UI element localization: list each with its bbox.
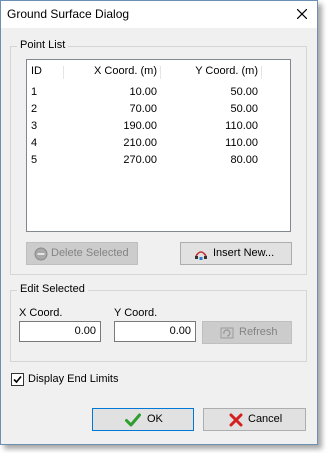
insert-point-icon: [195, 251, 207, 260]
ground-surface-dialog: Ground Surface Dialog Point List ID X Co…: [0, 0, 318, 445]
row-y-cell: 50.00: [230, 86, 258, 98]
row-id-cell: 4: [31, 137, 38, 149]
column-header-y[interactable]: Y Coord. (m): [195, 65, 258, 77]
delete-icon: [34, 247, 48, 261]
cancel-x-icon: [229, 413, 243, 427]
row-x-cell: 10.00: [129, 86, 157, 98]
title-bar: Ground Surface Dialog: [1, 1, 317, 28]
row-id-cell: 2: [31, 103, 38, 115]
ok-button[interactable]: OK: [92, 408, 194, 431]
table-header: ID X Coord. (m) Y Coord. (m): [27, 63, 290, 80]
table-row[interactable]: 3 190.00 110.00: [27, 118, 290, 135]
refresh-icon: [220, 327, 234, 339]
display-end-limits-label[interactable]: Display End Limits: [28, 373, 118, 385]
row-y-cell: 110.00: [225, 120, 258, 132]
y-coord-value: 0.00: [169, 325, 191, 337]
refresh-label: Refresh: [239, 326, 278, 338]
insert-new-label: Insert New...: [213, 247, 275, 259]
ok-check-icon: [125, 413, 141, 427]
column-header-id[interactable]: ID: [31, 65, 42, 77]
table-row[interactable]: 4 210.00 110.00: [27, 135, 290, 152]
row-y-cell: 80.00: [230, 154, 258, 166]
y-coord-input[interactable]: 0.00: [114, 321, 196, 342]
y-coord-label: Y Coord.: [114, 307, 158, 319]
refresh-button[interactable]: Refresh: [202, 321, 292, 344]
cancel-button[interactable]: Cancel: [203, 408, 306, 431]
x-coord-label: X Coord.: [19, 307, 63, 319]
point-list-table[interactable]: ID X Coord. (m) Y Coord. (m) 1 10.00 50.00…: [26, 59, 291, 232]
table-row[interactable]: 2 70.00 50.00: [27, 101, 290, 118]
close-icon: [297, 9, 307, 19]
row-id-cell: 3: [31, 120, 38, 132]
row-x-cell: 190.00: [123, 120, 157, 132]
x-coord-value: 0.00: [74, 325, 96, 337]
dialog-title: Ground Surface Dialog: [7, 7, 130, 21]
cancel-label: Cancel: [248, 413, 283, 425]
edit-selected-title: Edit Selected: [17, 283, 88, 295]
delete-selected-button[interactable]: Delete Selected: [26, 242, 138, 265]
row-x-cell: 210.00: [123, 137, 157, 149]
row-y-cell: 50.00: [230, 103, 258, 115]
checkmark-icon: [13, 375, 22, 384]
row-id-cell: 1: [31, 86, 38, 98]
row-y-cell: 110.00: [225, 137, 258, 149]
row-id-cell: 5: [31, 154, 38, 166]
x-coord-input[interactable]: 0.00: [19, 321, 101, 342]
ok-label: OK: [147, 413, 163, 425]
row-x-cell: 70.00: [129, 103, 157, 115]
table-row[interactable]: 1 10.00 50.00: [27, 84, 290, 101]
point-list-title: Point List: [17, 39, 69, 51]
table-row[interactable]: 5 270.00 80.00: [27, 152, 290, 169]
display-end-limits-checkbox[interactable]: [11, 373, 24, 386]
row-x-cell: 270.00: [123, 154, 157, 166]
column-header-x[interactable]: X Coord. (m): [94, 65, 157, 77]
insert-new-button[interactable]: Insert New...: [180, 242, 292, 265]
delete-selected-label: Delete Selected: [51, 247, 129, 259]
close-button[interactable]: [289, 2, 315, 26]
